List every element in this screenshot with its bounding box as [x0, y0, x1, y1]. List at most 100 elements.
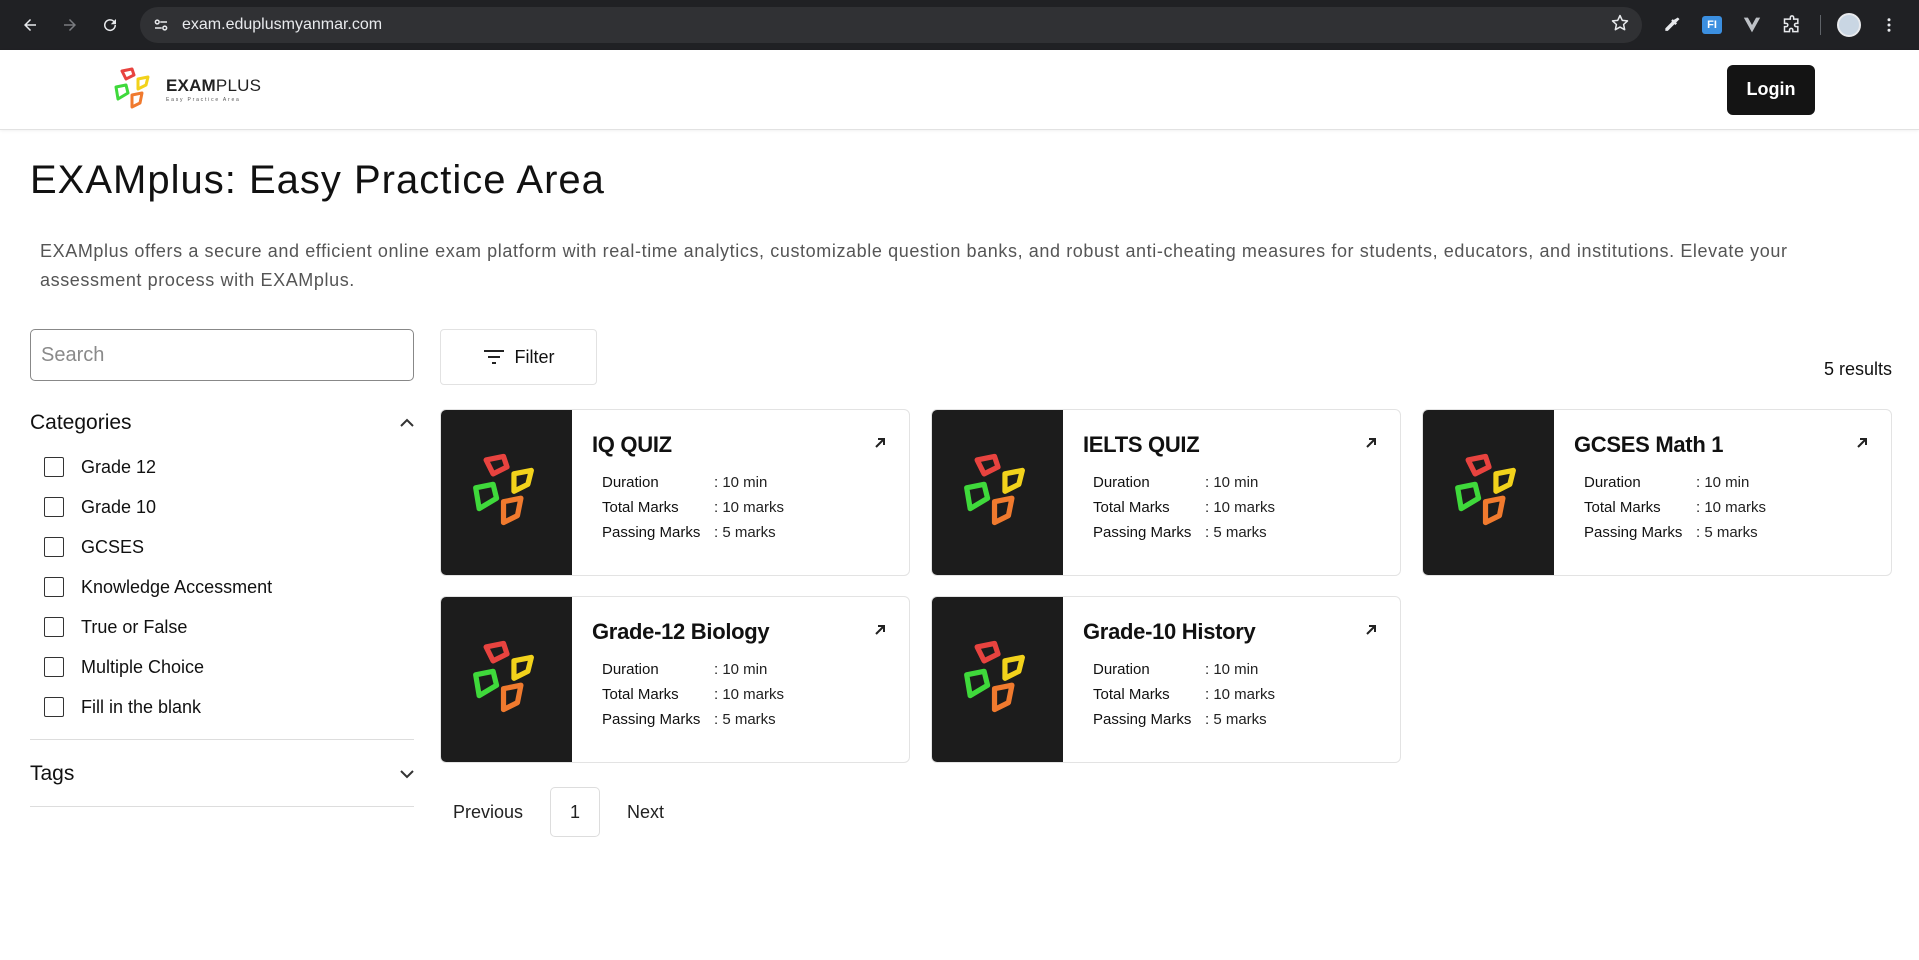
total-marks-value: : 10 marks — [1205, 499, 1276, 516]
duration-label: Duration — [1093, 474, 1150, 491]
bookmark-star-icon[interactable] — [1610, 13, 1630, 38]
quiz-card[interactable]: GCSES Math 1 Duration: 10 min Total Mark… — [1422, 409, 1892, 576]
quiz-meta: Duration: 10 min Total Marks: 10 marks P… — [592, 470, 889, 545]
category-checkbox[interactable] — [44, 697, 64, 717]
tags-title: Tags — [30, 762, 75, 785]
section-divider — [30, 739, 414, 740]
extensions-puzzle-icon[interactable] — [1776, 9, 1808, 41]
passing-marks-label: Passing Marks — [602, 711, 701, 728]
site-header: EXAMPLUS Easy Practice Area Login — [0, 50, 1919, 130]
total-marks-value: : 10 marks — [714, 686, 785, 703]
quiz-card[interactable]: Grade-10 History Duration: 10 min Total … — [931, 596, 1401, 763]
total-marks-label: Total Marks — [1093, 499, 1170, 516]
quiz-card[interactable]: IQ QUIZ Duration: 10 min Total Marks: 10… — [440, 409, 910, 576]
search-input[interactable] — [30, 329, 414, 381]
previous-page-button[interactable]: Previous — [440, 787, 536, 837]
quiz-thumbnail — [932, 410, 1063, 575]
category-checkbox[interactable] — [44, 657, 64, 677]
category-item[interactable]: GCSES — [44, 527, 414, 567]
passing-marks-value: : 5 marks — [1696, 524, 1758, 541]
result-count: 5 results — [1823, 359, 1892, 379]
category-checkbox[interactable] — [44, 577, 64, 597]
examplus-logo-mark-icon — [114, 67, 150, 108]
arrow-up-right-icon[interactable] — [873, 436, 887, 450]
passing-marks-label: Passing Marks — [1093, 524, 1192, 541]
more-menu-icon[interactable] — [1873, 9, 1905, 41]
filter-label: Filter — [514, 346, 555, 367]
total-marks-label: Total Marks — [602, 499, 679, 516]
passing-marks-label: Passing Marks — [602, 524, 701, 541]
duration-value: : 10 min — [1696, 474, 1750, 491]
address-bar[interactable]: exam.eduplusmyanmar.com — [140, 7, 1642, 43]
quiz-card[interactable]: Grade-12 Biology Duration: 10 min Total … — [440, 596, 910, 763]
current-page-number[interactable]: 1 — [550, 787, 601, 837]
fi-extension-label: FI — [1702, 16, 1722, 34]
quiz-card[interactable]: IELTS QUIZ Duration: 10 min Total Marks:… — [931, 409, 1401, 576]
duration-value: : 10 min — [1205, 661, 1259, 678]
fi-extension-icon[interactable]: FI — [1696, 9, 1728, 41]
examplus-logo-mark-icon — [472, 640, 534, 712]
reload-icon[interactable] — [94, 9, 126, 41]
category-label: Grade 12 — [81, 456, 157, 477]
chevron-down-icon — [400, 770, 414, 779]
category-item[interactable]: True or False — [44, 607, 414, 647]
next-page-button[interactable]: Next — [614, 787, 677, 837]
url-text: exam.eduplusmyanmar.com — [182, 16, 383, 33]
category-label: Fill in the blank — [81, 696, 202, 717]
passing-marks-label: Passing Marks — [1584, 524, 1683, 541]
duration-label: Duration — [602, 661, 659, 678]
arrow-up-right-icon[interactable] — [1855, 436, 1869, 450]
quiz-title: Grade-10 History — [1083, 619, 1256, 644]
logo-tagline: Easy Practice Area — [166, 97, 241, 103]
quiz-meta: Duration: 10 min Total Marks: 10 marks P… — [1574, 470, 1871, 545]
forward-icon[interactable] — [54, 9, 86, 41]
logo-wordmark: EXAMPLUS — [166, 76, 262, 95]
quiz-title: IELTS QUIZ — [1083, 432, 1200, 457]
category-checkbox[interactable] — [44, 537, 64, 557]
toolbar-divider — [1820, 15, 1821, 35]
passing-marks-label: Passing Marks — [1093, 711, 1192, 728]
category-item[interactable]: Multiple Choice — [44, 647, 414, 687]
passing-marks-value: : 5 marks — [1205, 711, 1267, 728]
category-label: Multiple Choice — [81, 656, 205, 677]
examplus-logo-mark-icon — [472, 453, 534, 525]
filter-button[interactable]: Filter — [440, 329, 597, 385]
arrow-up-right-icon[interactable] — [1364, 623, 1378, 637]
categories-toggle[interactable]: Categories — [30, 411, 414, 435]
category-checkbox[interactable] — [44, 457, 64, 477]
total-marks-value: : 10 marks — [1205, 686, 1276, 703]
category-label: GCSES — [81, 536, 145, 557]
category-item[interactable]: Grade 12 — [44, 447, 414, 487]
category-checkbox[interactable] — [44, 497, 64, 517]
quiz-meta: Duration: 10 min Total Marks: 10 marks P… — [1083, 470, 1380, 545]
filter-icon — [483, 350, 504, 364]
examplus-logo-mark-icon — [963, 640, 1025, 712]
vuejs-extension-icon[interactable] — [1736, 9, 1768, 41]
page-description: EXAMplus offers a secure and efficient o… — [40, 241, 1788, 290]
tags-toggle[interactable]: Tags — [30, 762, 414, 807]
eyedropper-extension-icon[interactable] — [1656, 9, 1688, 41]
total-marks-label: Total Marks — [1584, 499, 1661, 516]
categories-title: Categories — [30, 411, 132, 434]
profile-avatar[interactable] — [1833, 9, 1865, 41]
category-label: True or False — [81, 616, 188, 637]
category-label: Knowledge Accessment — [81, 576, 273, 597]
category-label: Grade 10 — [81, 496, 157, 517]
category-item[interactable]: Fill in the blank — [44, 687, 414, 727]
total-marks-value: : 10 marks — [1696, 499, 1767, 516]
quiz-meta: Duration: 10 min Total Marks: 10 marks P… — [1083, 657, 1380, 732]
arrow-up-right-icon[interactable] — [1364, 436, 1378, 450]
total-marks-label: Total Marks — [602, 686, 679, 703]
examplus-logo-mark-icon — [963, 453, 1025, 525]
category-checkbox[interactable] — [44, 617, 64, 637]
back-icon[interactable] — [14, 9, 46, 41]
site-settings-icon[interactable] — [152, 16, 170, 34]
login-button[interactable]: Login — [1727, 64, 1815, 115]
examplus-logo[interactable]: EXAMPLUS Easy Practice Area — [110, 67, 261, 113]
chevron-up-icon — [400, 418, 414, 427]
quiz-grid: IQ QUIZ Duration: 10 min Total Marks: 10… — [440, 409, 1892, 763]
category-item[interactable]: Knowledge Accessment — [44, 567, 414, 607]
duration-value: : 10 min — [714, 474, 768, 491]
arrow-up-right-icon[interactable] — [873, 623, 887, 637]
category-item[interactable]: Grade 10 — [44, 487, 414, 527]
